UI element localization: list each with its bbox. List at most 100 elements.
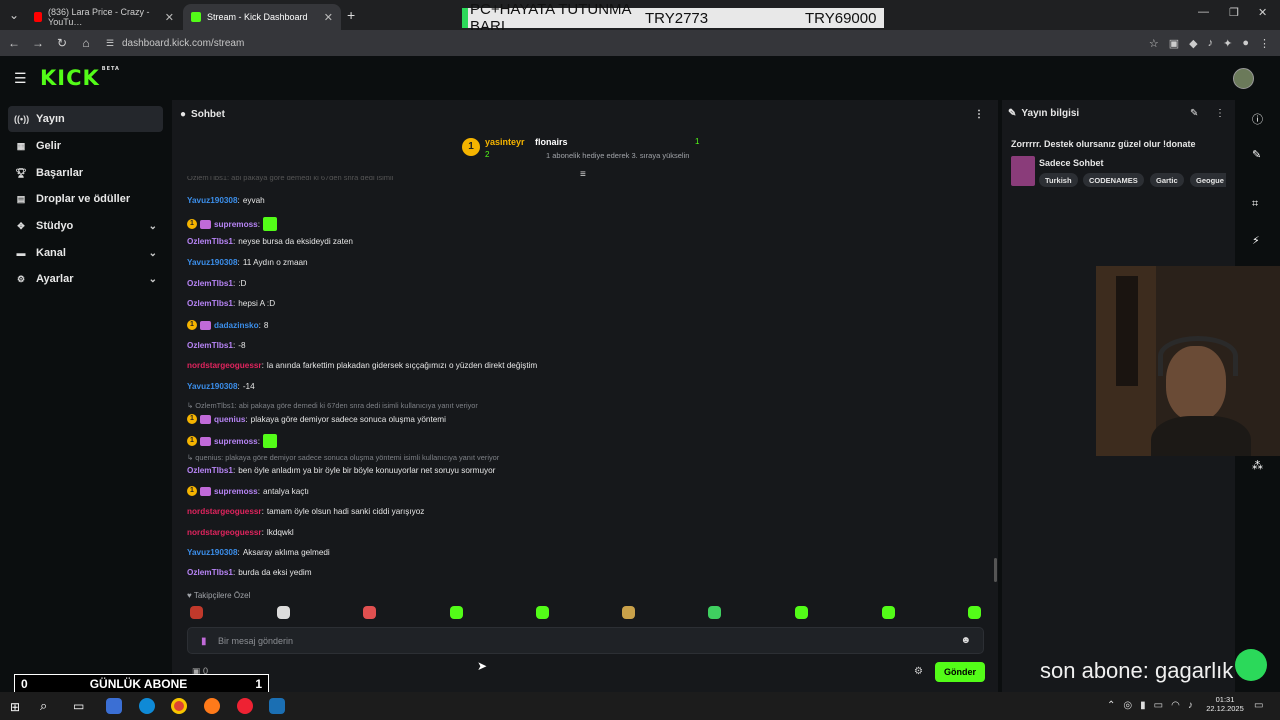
tag-chip[interactable]: Gartic (1150, 173, 1184, 187)
tag-chip[interactable]: Turkish (1039, 173, 1078, 187)
url-field[interactable]: dashboard.kick.com/stream (122, 38, 244, 49)
close-icon[interactable]: ✕ (165, 11, 174, 24)
steam-icon[interactable] (269, 698, 285, 714)
notification-icon[interactable]: ▭ (1254, 700, 1263, 711)
tray-wifi-icon[interactable]: ◠ (1171, 700, 1180, 711)
sidebar-item-droplar[interactable]: ▤ Droplar ve ödüller (8, 186, 163, 212)
chat-username[interactable]: Yavuz190308 (187, 258, 238, 267)
bolt-icon[interactable]: ⚡︎ (1252, 234, 1260, 247)
maximize-icon[interactable]: ❐ (1229, 6, 1239, 19)
chat-username[interactable]: nordstargeoguessr (187, 528, 262, 537)
reload-icon[interactable]: ↻ (50, 36, 74, 50)
share-nodes-icon[interactable]: ⁂ (1252, 459, 1263, 472)
tray-chevron-icon[interactable]: ⌃ (1107, 700, 1115, 711)
expand-pinned-icon[interactable]: ≡ (580, 169, 586, 180)
sidebar-item-basarilar[interactable]: 🏆︎ Başarılar (8, 160, 163, 186)
emoji-picker-icon[interactable]: ☻ (960, 635, 971, 646)
chat-scrollbar[interactable] (994, 558, 997, 582)
category-thumbnail[interactable] (1011, 156, 1035, 186)
pencil-icon[interactable]: ✎ (1252, 148, 1261, 161)
leaderboard-top-user[interactable]: yasinteyr (485, 137, 525, 147)
quick-emote-icon[interactable] (277, 606, 290, 619)
chat-username[interactable]: Yavuz190308 (187, 382, 238, 391)
firefox-icon[interactable] (204, 698, 220, 714)
chat-username[interactable]: Yavuz190308 (187, 196, 238, 205)
taskbar-clock[interactable]: 01:31 22.12.2025 (1204, 695, 1246, 713)
quick-emote-icon[interactable] (882, 606, 895, 619)
chat-username[interactable]: nordstargeoguessr (187, 361, 262, 370)
hamburger-menu-icon[interactable]: ☰ (14, 70, 27, 87)
chat-username[interactable]: OzlemTlbs1 (187, 568, 233, 577)
info-icon[interactable]: ⓘ (1252, 111, 1263, 127)
tag-chip[interactable]: Geogue (1190, 173, 1226, 187)
sidebar-item-studyo[interactable]: ✥ Stüdyo ⌄ (8, 213, 163, 239)
kick-logo[interactable]: KICK BETA (40, 66, 120, 90)
sidebar-item-yayin[interactable]: ((•)) Yayın (8, 106, 163, 132)
task-view-icon[interactable]: ▭ (73, 699, 84, 713)
chat-username[interactable]: OzlemTlbs1 (187, 299, 233, 308)
home-icon[interactable]: ⌂ (74, 36, 98, 50)
chat-username[interactable]: OzlemTlbs1 (187, 279, 233, 288)
bookmark-star-icon[interactable]: ☆ (1149, 37, 1159, 50)
tray-mic-icon[interactable]: ▮ (1140, 700, 1146, 711)
menu-kebab-icon[interactable]: ⋮ (1259, 37, 1270, 50)
audio-icon[interactable]: ♪ (1208, 37, 1214, 50)
stream-category[interactable]: Sadece Sohbet (1039, 158, 1104, 168)
extension-icon[interactable]: ▣ (1169, 37, 1179, 50)
edit-pencil-icon[interactable]: ✎ (1190, 108, 1198, 119)
new-tab-icon[interactable]: + (347, 7, 355, 23)
send-button[interactable]: Gönder (935, 662, 985, 682)
obs-icon[interactable] (237, 698, 253, 714)
search-icon[interactable]: ⌕ (40, 698, 47, 714)
chat-username[interactable]: supremoss (214, 487, 258, 496)
chat-username[interactable]: OzlemTlbs1 (187, 341, 233, 350)
chat-input-box[interactable]: ▮ Bir mesaj gönderin ☻ (187, 627, 984, 654)
back-icon[interactable]: ← (2, 36, 26, 50)
quick-emote-icon[interactable] (708, 606, 721, 619)
site-info-icon[interactable]: ☰ (98, 38, 122, 49)
chat-username[interactable]: Yavuz190308 (187, 548, 238, 557)
profile-icon[interactable]: ● (1242, 37, 1249, 50)
puzzle-icon[interactable]: ✦ (1223, 37, 1232, 50)
windows-start-icon[interactable]: ⊞ (10, 700, 20, 714)
quick-emote-icon[interactable] (363, 606, 376, 619)
sidebar-item-kanal[interactable]: ▬ Kanal ⌄ (8, 240, 163, 266)
copilot-icon[interactable] (106, 698, 122, 714)
leaderboard-sub-user[interactable]: flonairs (535, 137, 568, 147)
quick-emote-icon[interactable] (190, 606, 203, 619)
tab-youtube[interactable]: (836) Lara Price - Crazy - YouTu… ✕ (26, 4, 182, 30)
chat-username[interactable]: supremoss (214, 220, 258, 229)
tray-battery-icon[interactable]: ▭ (1154, 700, 1163, 711)
forward-icon[interactable]: → (26, 36, 50, 50)
edge-icon[interactable] (139, 698, 155, 714)
tray-volume-icon[interactable]: ♪ (1188, 700, 1193, 711)
info-menu-icon[interactable]: ⋮ (1215, 108, 1225, 119)
chat-menu-icon[interactable]: ⋮ (974, 109, 984, 120)
sidebar-item-ayarlar[interactable]: ⚙ Ayarlar ⌄ (8, 266, 163, 292)
chat-username[interactable]: OzlemTlbs1 (187, 466, 233, 475)
quick-emote-icon[interactable] (622, 606, 635, 619)
chat-settings-icon[interactable]: ⚙ (914, 666, 923, 677)
avatar[interactable] (1233, 68, 1254, 89)
chat-username[interactable]: OzlemTlbs1 (187, 237, 233, 246)
quick-emote-icon[interactable] (795, 606, 808, 619)
close-icon[interactable]: ✕ (324, 11, 333, 24)
close-window-icon[interactable]: ✕ (1258, 6, 1267, 19)
chrome-icon[interactable] (171, 698, 187, 714)
quick-emote-icon[interactable] (450, 606, 463, 619)
chat-username[interactable]: dadazinsko (214, 321, 259, 330)
minimize-icon[interactable]: — (1198, 6, 1209, 18)
chat-username[interactable]: quenius (214, 415, 245, 424)
crop-icon[interactable]: ⌗ (1252, 198, 1258, 211)
tab-list-chevron-icon[interactable]: ⌄ (2, 8, 26, 22)
microphone-icon[interactable]: ▮ (201, 636, 207, 647)
tab-kick-dashboard[interactable]: Stream - Kick Dashboard ✕ (183, 4, 341, 30)
sidebar-item-gelir[interactable]: ▦ Gelir (8, 133, 163, 159)
chat-username[interactable]: nordstargeoguessr (187, 507, 262, 516)
tag-chip[interactable]: CODENAMES (1083, 173, 1144, 187)
chat-username[interactable]: supremoss (214, 437, 258, 446)
quick-emote-icon[interactable] (968, 606, 981, 619)
quick-emote-icon[interactable] (536, 606, 549, 619)
tray-network-icon[interactable]: ◎ (1123, 700, 1132, 711)
shield-icon[interactable]: ◆ (1189, 37, 1197, 50)
